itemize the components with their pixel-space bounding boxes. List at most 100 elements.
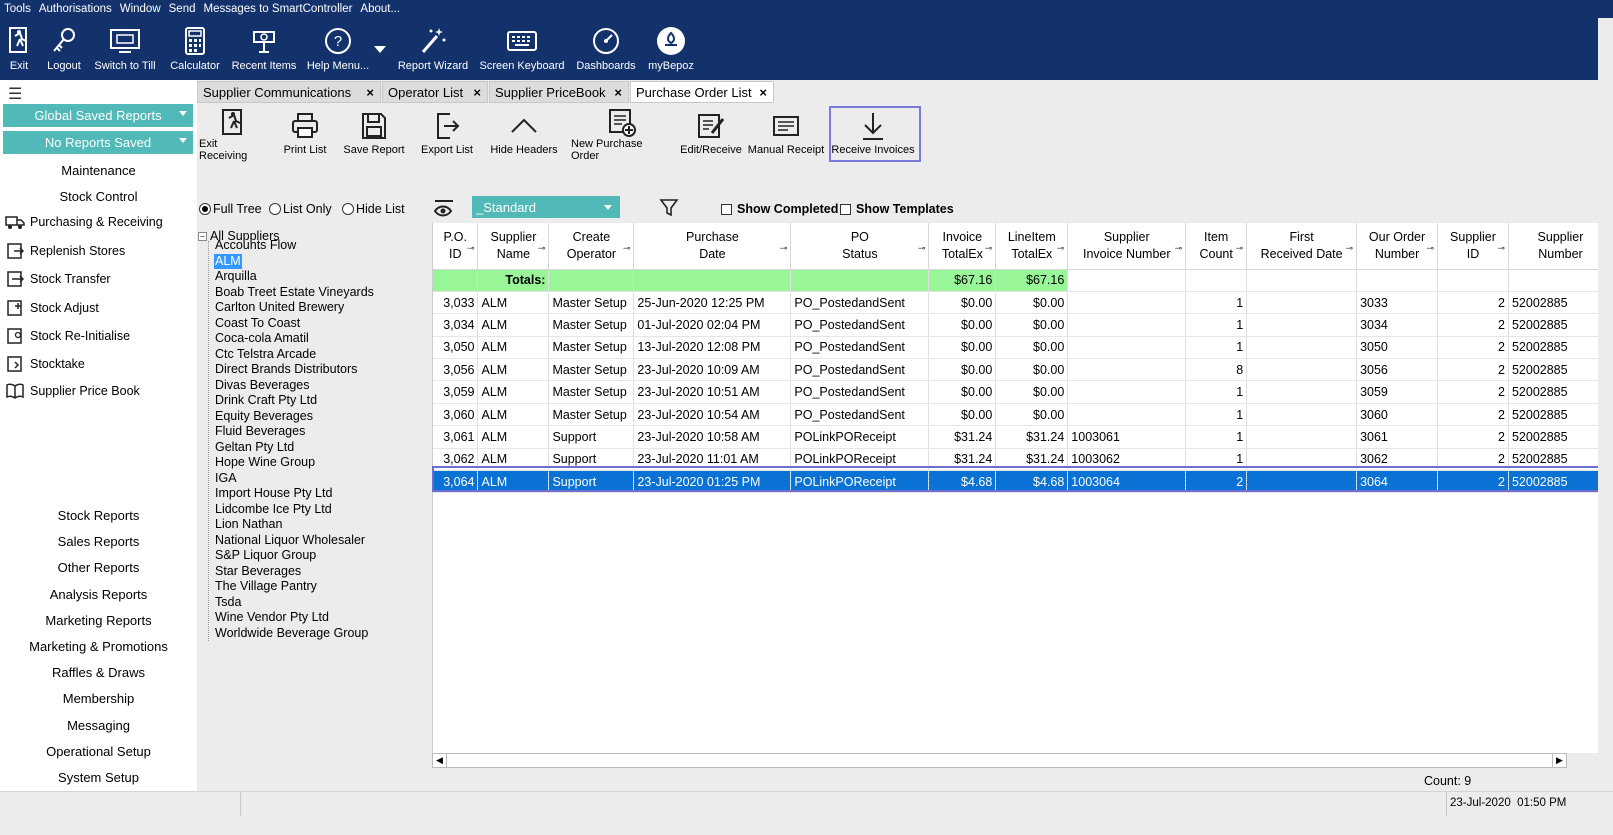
collapse-icon[interactable]: − [198,231,207,241]
column-header-item-count[interactable]: Item Count ⊸ [1185,223,1248,270]
tree-item-star-beverages[interactable]: Star Beverages [214,564,302,579]
nav-stock-adjust[interactable]: Stock Adjust [0,299,197,317]
tree-item-drink-craft-pty-ltd[interactable]: Drink Craft Pty Ltd [214,393,318,408]
report-wizard-button[interactable]: Report Wizard [396,24,470,80]
global-saved-reports-dropdown[interactable]: Global Saved Reports [3,104,193,127]
tree-item-geltan-pty-ltd[interactable]: Geltan Pty Ltd [214,440,295,455]
pin-icon[interactable]: ⊸ [780,240,788,257]
tab-operator-list[interactable]: Operator List × [382,81,488,103]
nav-replenish-stores[interactable]: Replenish Stores [0,242,197,260]
tree-item-accounts-flow[interactable]: Accounts Flow [214,238,297,253]
column-header-create-operator[interactable]: Create Operator ⊸ [548,223,635,270]
tab-purchase-order-list[interactable]: Purchase Order List × [630,81,774,103]
menu-other-reports[interactable]: Other Reports [0,560,197,575]
table-row[interactable]: 3,034 ALM Master Setup 01-Jul-2020 02:04 PM… [433,313,1613,337]
tree-item-import-house-pty-ltd[interactable]: Import House Pty Ltd [214,486,333,501]
tree-item-carlton-united-brewery[interactable]: Carlton United Brewery [214,300,345,315]
recent-items-button[interactable]: Recent Items [232,24,296,80]
close-icon[interactable]: × [759,85,767,100]
exit-button[interactable]: Exit [5,24,33,80]
menu-messaging[interactable]: Messaging [0,718,197,733]
table-row[interactable]: 3,059 ALM Master Setup 23-Jul-2020 10:51 AM… [433,380,1613,404]
pin-icon[interactable]: ⊸ [623,240,631,257]
stock-control-menu[interactable]: Stock Control [0,189,197,204]
pin-icon[interactable]: ⊸ [918,240,926,257]
menu-marketing-reports[interactable]: Marketing Reports [0,613,197,628]
no-reports-saved-dropdown[interactable]: No Reports Saved [3,131,193,154]
tree-item-lidcombe-ice-pty-ltd[interactable]: Lidcombe Ice Pty Ltd [214,502,333,517]
tree-item-equity-beverages[interactable]: Equity Beverages [214,409,314,424]
menu-system-setup[interactable]: System Setup [0,770,197,785]
menu-about[interactable]: About... [360,3,400,15]
nav-stocktake[interactable]: Stocktake [0,355,197,373]
menu-authorisations[interactable]: Authorisations [39,3,112,15]
close-icon[interactable]: × [366,85,374,100]
column-header-supplier-name[interactable]: Supplier Name ⊸ [477,223,550,270]
table-row[interactable]: 3,061 ALM Support 23-Jul-2020 10:58 AM POLin… [433,425,1613,449]
pin-icon[interactable]: ⊸ [1346,240,1354,257]
tree-item-national-liquor-wholesaler[interactable]: National Liquor Wholesaler [214,533,366,548]
logout-button[interactable]: Logout [44,24,84,80]
tree-item-coast-to-coast[interactable]: Coast To Coast [214,316,301,331]
help-dropdown-arrow-icon[interactable] [374,46,386,53]
table-row[interactable]: 3,050 ALM Master Setup 13-Jul-2020 12:08 PM… [433,336,1613,360]
table-row[interactable]: 3,056 ALM Master Setup 23-Jul-2020 10:09 AM… [433,358,1613,382]
full-tree-radio[interactable]: Full Tree [199,202,262,216]
hamburger-menu-icon[interactable]: ☰ [8,84,22,104]
filter-icon[interactable] [659,198,679,221]
edit-receive-button[interactable]: Edit/Receive [679,108,743,162]
nav-stock-transfer[interactable]: Stock Transfer [0,270,197,288]
pin-icon[interactable]: ⊸ [1426,240,1434,257]
manual-receipt-button[interactable]: Manual Receipt [747,108,825,162]
tree-item-hope-wine-group[interactable]: Hope Wine Group [214,455,316,470]
column-header-p-o-id[interactable]: P.O. ID ⊸ [433,223,479,270]
save-report-button[interactable]: Save Report [342,108,406,162]
pin-icon[interactable]: ⊸ [538,240,546,257]
menu-messages-to-smartcontroller[interactable]: Messages to SmartController [204,3,353,15]
close-icon[interactable]: × [473,85,481,100]
tree-item-boab-treet-estate-vineyards[interactable]: Boab Treet Estate Vineyards [214,285,375,300]
tree-item-ctc-telstra-arcade[interactable]: Ctc Telstra Arcade [214,347,317,362]
scroll-right-icon[interactable]: ▶ [1552,754,1566,767]
show-completed-checkbox[interactable]: Show Completed [721,202,838,216]
table-row[interactable]: 3,064 ALM Support 23-Jul-2020 01:25 PM POLin… [433,470,1613,494]
table-row[interactable]: 3,062 ALM Support 23-Jul-2020 11:01 AM POLin… [433,448,1613,472]
pin-icon[interactable]: ⊸ [1236,240,1244,257]
view-eye-icon[interactable] [433,198,457,223]
screen-keyboard-button[interactable]: Screen Keyboard [480,24,565,80]
column-header-invoice-totalex[interactable]: Invoice TotalEx ⊸ [928,223,997,270]
horizontal-scrollbar[interactable]: ◀ ▶ [432,753,1567,768]
nav-stock-re-initialise[interactable]: Stock Re-Initialise [0,327,197,345]
column-header-first-received-date[interactable]: First Received Date ⊸ [1246,223,1358,270]
menu-marketing-promotions[interactable]: Marketing & Promotions [0,639,197,654]
layout-dropdown[interactable]: _Standard [472,196,620,218]
tree-item-tsda[interactable]: Tsda [214,595,242,610]
tree-item-divas-beverages[interactable]: Divas Beverages [214,378,311,393]
nav-purchasing-receiving[interactable]: Purchasing & Receiving [0,214,197,230]
tree-item-wine-vendor-pty-ltd[interactable]: Wine Vendor Pty Ltd [214,610,330,625]
pin-icon[interactable]: ⊸ [985,240,993,257]
menu-tools[interactable]: Tools [4,3,31,15]
nav-supplier-price-book[interactable]: Supplier Price Book [0,383,197,400]
hide-headers-button[interactable]: Hide Headers [489,108,559,162]
tree-item-alm[interactable]: ALM [214,253,242,269]
export-list-button[interactable]: Export List [419,108,475,162]
menu-raffles-draws[interactable]: Raffles & Draws [0,665,197,680]
column-header-lineitem-totalex[interactable]: LineItem TotalEx ⊸ [995,223,1069,270]
dashboards-button[interactable]: Dashboards [574,24,638,80]
menu-window[interactable]: Window [120,3,161,15]
table-row[interactable]: 3,060 ALM Master Setup 23-Jul-2020 10:54 AM… [433,403,1613,427]
hide-list-radio[interactable]: Hide List [342,202,405,216]
pin-icon[interactable]: ⊸ [1497,240,1505,257]
tree-item-the-village-pantry[interactable]: The Village Pantry [214,579,318,594]
column-header-our-order-number[interactable]: Our Order Number ⊸ [1356,223,1439,270]
tree-item-direct-brands-distributors[interactable]: Direct Brands Distributors [214,362,358,377]
menu-analysis-reports[interactable]: Analysis Reports [0,587,197,602]
list-only-radio[interactable]: List Only [269,202,332,216]
tree-item-lion-nathan[interactable]: Lion Nathan [214,517,283,532]
tree-item-arquilla[interactable]: Arquilla [214,269,258,284]
close-icon[interactable]: × [614,85,622,100]
pin-icon[interactable]: ⊸ [1175,240,1183,257]
show-templates-checkbox[interactable]: Show Templates [840,202,954,216]
mybepoz-button[interactable]: myBepoz [646,24,696,80]
